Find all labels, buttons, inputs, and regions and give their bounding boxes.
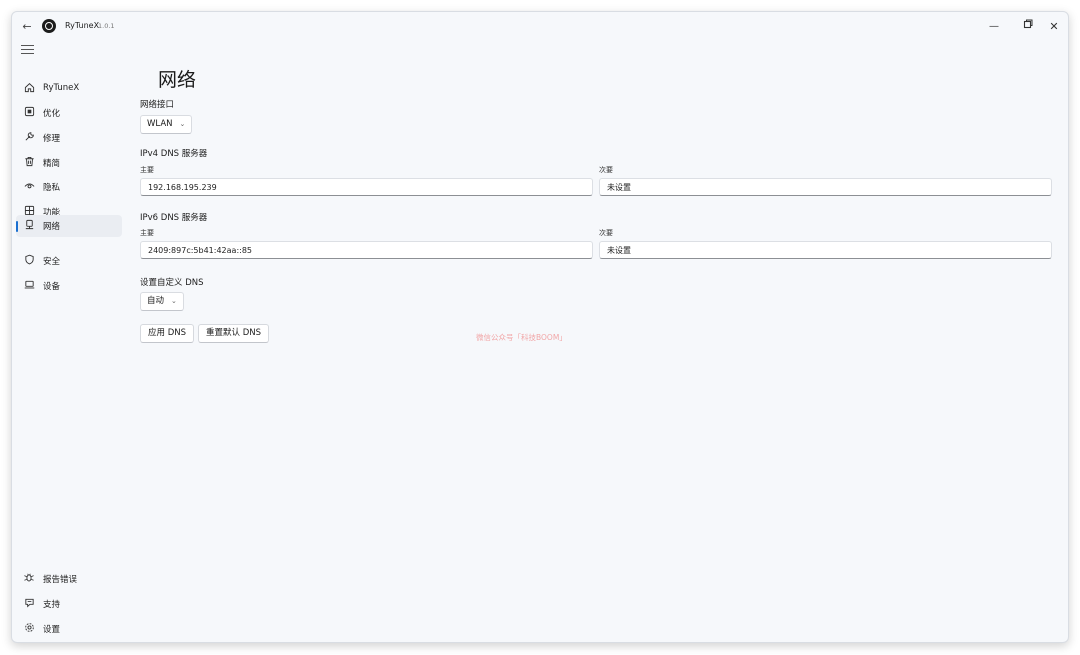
- ipv4-primary-input[interactable]: 192.168.195.239: [140, 178, 593, 196]
- optimize-icon: [22, 106, 36, 120]
- eye-icon: [22, 180, 36, 194]
- ipv4-heading: IPv4 DNS 服务器: [140, 149, 208, 159]
- ipv6-secondary-label: 次要: [599, 229, 613, 237]
- nav-item-security[interactable]: 安全: [16, 250, 122, 272]
- chevron-down-icon: ⌄: [171, 297, 177, 305]
- ipv6-primary-input[interactable]: 2409:897c:5b41:42aa::85: [140, 241, 593, 259]
- nav-label: 支持: [43, 600, 61, 610]
- dropdown-value: WLAN: [147, 119, 173, 129]
- apply-dns-button[interactable]: 应用 DNS: [140, 324, 195, 343]
- nav-item-device[interactable]: 设备: [16, 275, 122, 297]
- watermark: 微信公众号「科技BOOM」: [476, 333, 567, 342]
- dropdown-value: 自动: [147, 296, 165, 306]
- network-icon: [22, 219, 36, 233]
- nav-item-settings[interactable]: 设置: [16, 618, 122, 640]
- main-content: 网络 网络接口 WLAN ⌄ IPv4 DNS 服务器 主要 次要 192.168…: [139, 12, 1059, 642]
- nav-item-repair[interactable]: 修理: [16, 127, 122, 149]
- wrench-icon: [22, 131, 36, 145]
- app-window: ← RyTuneX 1.0.1 — ✕ RyTuneX 优化 修理 精简 隐私 …: [11, 11, 1069, 643]
- chevron-down-icon: ⌄: [179, 120, 186, 128]
- ipv4-secondary-label: 次要: [599, 166, 613, 174]
- nav-label: 设置: [43, 625, 61, 635]
- nav-label: 精简: [43, 159, 61, 169]
- ipv4-secondary-input[interactable]: 未设置: [599, 178, 1052, 196]
- nav-label: 网络: [43, 222, 61, 232]
- nav-label: RyTuneX: [43, 83, 80, 93]
- ipv6-secondary-input[interactable]: 未设置: [599, 241, 1052, 259]
- reset-dns-button[interactable]: 重置默认 DNS: [198, 324, 270, 343]
- nav-item-home[interactable]: RyTuneX: [16, 78, 122, 100]
- custom-dns-dropdown[interactable]: 自动 ⌄: [140, 292, 184, 311]
- bug-icon: [22, 572, 36, 586]
- nav-item-report-bug[interactable]: 报告错误: [16, 568, 122, 590]
- nav-item-debloat[interactable]: 精简: [16, 152, 122, 174]
- trash-icon: [22, 156, 36, 170]
- laptop-icon: [22, 279, 36, 293]
- app-logo-icon: [42, 19, 56, 33]
- nav-item-support[interactable]: 支持: [16, 593, 122, 615]
- app-title: RyTuneX: [65, 21, 100, 30]
- gear-icon: [22, 622, 36, 636]
- nav-item-network[interactable]: 网络: [16, 215, 122, 237]
- custom-dns-label: 设置自定义 DNS: [140, 278, 204, 288]
- shield-icon: [22, 254, 36, 268]
- network-interface-label: 网络接口: [140, 100, 175, 110]
- active-indicator: [16, 221, 18, 232]
- nav-label: 报告错误: [43, 575, 78, 585]
- nav-label: 设备: [43, 282, 61, 292]
- nav-label: 优化: [43, 109, 61, 119]
- ipv6-primary-label: 主要: [140, 229, 154, 237]
- home-icon: [22, 82, 36, 96]
- network-interface-dropdown[interactable]: WLAN ⌄: [140, 115, 193, 134]
- nav-label: 安全: [43, 257, 61, 267]
- hamburger-menu-icon[interactable]: [21, 45, 34, 57]
- app-version: 1.0.1: [98, 22, 115, 30]
- ipv4-primary-label: 主要: [140, 166, 154, 174]
- support-icon: [22, 597, 36, 611]
- nav-item-privacy[interactable]: 隐私: [16, 176, 122, 198]
- nav-item-optimize[interactable]: 优化: [16, 102, 122, 124]
- back-arrow-icon[interactable]: ←: [20, 20, 34, 34]
- ipv6-heading: IPv6 DNS 服务器: [140, 213, 208, 223]
- page-title: 网络: [158, 69, 197, 91]
- nav-label: 修理: [43, 134, 61, 144]
- nav-label: 隐私: [43, 183, 61, 193]
